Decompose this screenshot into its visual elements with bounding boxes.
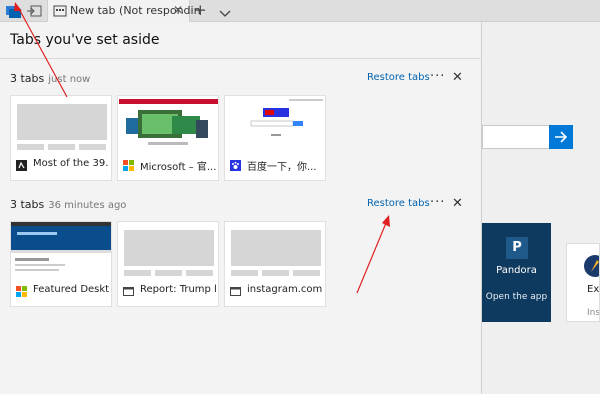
panel-title: Tabs you've set aside [10, 32, 160, 48]
search-button[interactable] [549, 125, 573, 149]
pandora-logo: P [506, 237, 528, 259]
explore-sub: Insta [587, 308, 600, 318]
tab-count: 3 tabs [10, 198, 45, 211]
baidu-page-thumbnail [225, 96, 325, 154]
tab-thumbnail [11, 96, 111, 154]
tabs-aside-button[interactable] [3, 2, 23, 20]
tab-label: Most of the 39... [33, 158, 109, 169]
set-aside-icon [27, 5, 42, 17]
restore-tabs-link[interactable]: Restore tabs [367, 72, 430, 83]
explore-name: Exp [587, 284, 600, 295]
tab-thumbnail [118, 222, 218, 280]
close-icon[interactable]: ✕ [452, 196, 463, 211]
tab-thumbnail [225, 222, 325, 280]
open-app-link[interactable]: Open the app [482, 287, 551, 307]
tabs-aside-panel: Tabs you've set aside 3 tabs just now Res… [0, 22, 482, 394]
tab-bar: New tab (Not respondin ✕ + [0, 0, 600, 22]
arrow-right-icon [555, 131, 568, 143]
tab-label: Microsoft – 官... [140, 162, 216, 173]
tab-count: 3 tabs [10, 72, 45, 85]
windows-page-thumbnail [11, 222, 111, 280]
explore-tile[interactable]: Exp Insta [566, 243, 600, 322]
group-time: just now [48, 74, 91, 85]
close-icon[interactable]: ✕ [452, 70, 463, 85]
site-favicon-icon [16, 160, 27, 171]
more-options-icon[interactable]: ··· [430, 69, 445, 84]
group-time: 36 minutes ago [48, 200, 127, 211]
tab-card[interactable]: Featured Deskt... [10, 221, 112, 307]
page-icon [53, 5, 67, 17]
search-input[interactable] [482, 125, 550, 149]
baidu-paw-icon [230, 160, 241, 171]
restore-tabs-link[interactable]: Restore tabs [367, 198, 430, 209]
tab-thumbnail [11, 222, 111, 280]
tabs-aside-icon [6, 6, 21, 18]
microsoft-logo-icon [16, 286, 27, 297]
group-header: 3 tabs 36 minutes ago [10, 198, 126, 211]
tab-label: Report: Trump l... [140, 284, 216, 295]
page-icon [230, 287, 241, 296]
tab-card[interactable]: instagram.com [224, 221, 326, 307]
more-options-icon[interactable]: ··· [430, 195, 445, 210]
tab-new-tab[interactable]: New tab (Not respondin ✕ [47, 0, 201, 22]
tab-thumbnail [225, 96, 325, 154]
page-icon [123, 287, 134, 296]
divider [0, 58, 482, 59]
pandora-name: Pandora [496, 265, 537, 276]
tab-thumbnail [118, 96, 218, 154]
chevron-down-icon [219, 10, 231, 17]
tab-card[interactable]: Most of the 39... [10, 95, 112, 181]
tab-close-icon[interactable]: ✕ [173, 3, 183, 17]
tab-label: Featured Deskt... [33, 284, 109, 295]
tab-label: instagram.com [247, 284, 323, 295]
microsoft-logo-icon [123, 160, 134, 171]
tab-label: 百度一下，你... [247, 162, 317, 173]
tab-card[interactable]: Microsoft – 官... [117, 95, 219, 181]
tab-previews-button[interactable] [219, 4, 231, 23]
microsoft-page-thumbnail [118, 96, 218, 154]
tab-card[interactable]: 百度一下，你... [224, 95, 326, 181]
new-tab-button[interactable]: + [194, 1, 207, 19]
tab-card[interactable]: Report: Trump l... [117, 221, 219, 307]
pandora-tile[interactable]: P Pandora Open the app [482, 223, 551, 322]
group-header: 3 tabs just now [10, 72, 90, 85]
set-aside-button[interactable] [25, 2, 45, 20]
